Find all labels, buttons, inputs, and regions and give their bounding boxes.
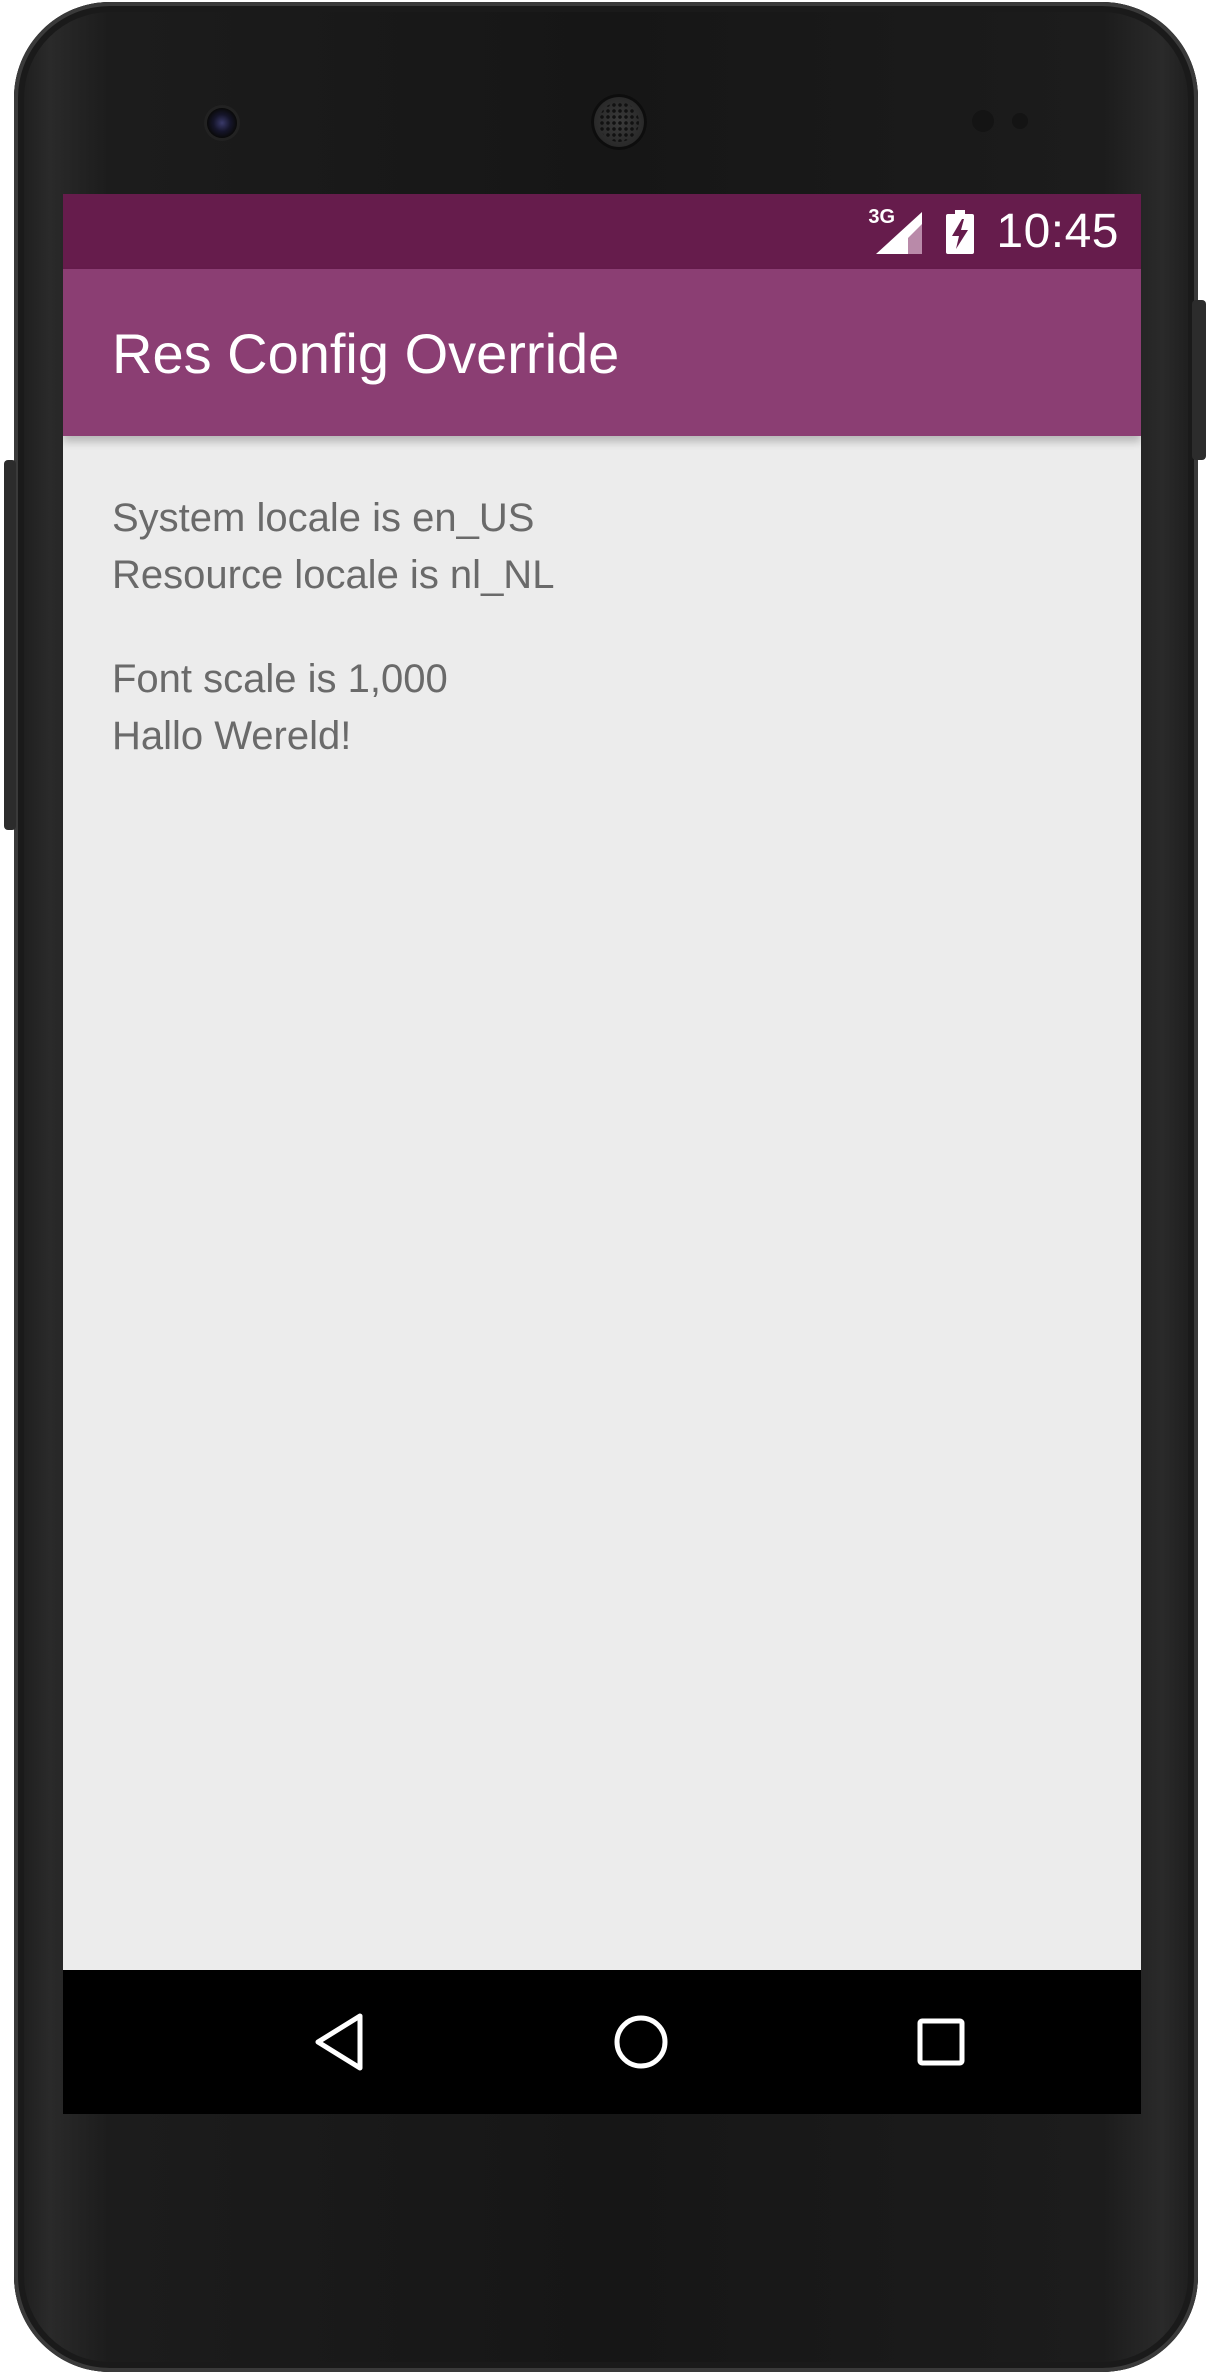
recents-icon[interactable]: [901, 2002, 981, 2082]
front-camera: [207, 108, 237, 138]
system-locale-text: System locale is en_US: [112, 496, 535, 540]
home-icon[interactable]: [601, 2002, 681, 2082]
status-bar: 3G 10:45: [63, 194, 1141, 269]
light-sensor: [1012, 113, 1028, 129]
volume-button: [4, 460, 16, 830]
proximity-sensor: [972, 110, 994, 132]
navigation-bar: [63, 1970, 1141, 2114]
app-title: Res Config Override: [112, 322, 620, 385]
battery-charging-icon: [946, 209, 975, 254]
font-scale-text: Font scale is 1,000: [112, 657, 448, 701]
earpiece-speaker: [591, 94, 647, 150]
main-content: System locale is en_US Resource locale i…: [112, 490, 554, 765]
status-icons: 3G 10:45: [868, 194, 1119, 269]
back-icon[interactable]: [300, 2002, 380, 2082]
app-bar: Res Config Override: [63, 269, 1141, 436]
status-time: 10:45: [996, 205, 1119, 258]
hello-world-text: Hallo Wereld!: [112, 714, 352, 758]
resource-locale-text: Resource locale is nl_NL: [112, 553, 555, 597]
signal-3g-icon: 3G: [868, 206, 924, 256]
power-button: [1192, 300, 1206, 460]
device-screen: 3G 10:45 Res Config Override System loca…: [63, 194, 1141, 2114]
